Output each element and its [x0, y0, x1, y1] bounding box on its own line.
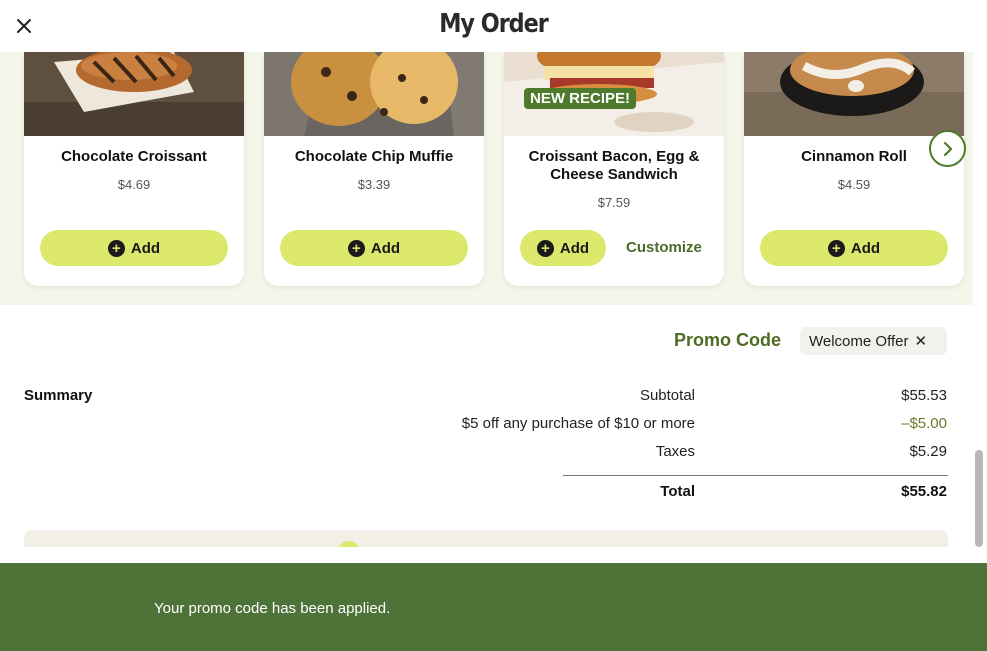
subtotal-label: Subtotal: [639, 387, 695, 404]
order-page: My Order Chocolate Croissant $4.69 + Add: [0, 0, 987, 651]
toast-message: Your promo code has been applied.: [154, 600, 391, 617]
product-name: Cinnamon Roll: [801, 148, 907, 165]
subtotal-value: $55.53: [901, 387, 947, 404]
add-label: Add: [370, 239, 401, 257]
discount-label: $5 off any purchase of $10 or more: [461, 415, 695, 432]
plus-circle-icon: +: [347, 239, 365, 257]
add-label: Add: [850, 239, 881, 257]
product-name: Chocolate Chip Muffie: [294, 148, 454, 165]
product-image: [24, 52, 244, 136]
discount-value: –$5.00: [901, 415, 947, 432]
product-name: Croissant Bacon, Egg & Cheese Sandwich: [528, 148, 700, 183]
toast-spacer: [0, 547, 987, 563]
close-icon[interactable]: ✕: [914, 332, 927, 350]
taxes-value: $5.29: [909, 443, 947, 460]
scrollbar-thumb[interactable]: [975, 450, 983, 547]
product-card-chocolate-chip-muffie: Chocolate Chip Muffie $3.39 + Add: [264, 52, 484, 286]
plus-circle-icon: +: [827, 239, 845, 257]
product-card-cinnamon-roll: Cinnamon Roll $4.59 + Add: [744, 52, 964, 286]
add-label: Add: [130, 239, 161, 257]
add-button[interactable]: + Add: [760, 230, 948, 266]
product-price: $3.39: [357, 177, 391, 192]
add-button[interactable]: + Add: [280, 230, 468, 266]
add-button[interactable]: + Add: [40, 230, 228, 266]
summary-title: Summary: [24, 387, 93, 404]
chevron-right-icon: [943, 141, 952, 156]
close-button[interactable]: [13, 15, 35, 37]
product-card-croissant-bacon-egg-cheese: NEW RECIPE! Croissant Bacon, Egg & Chees…: [504, 52, 724, 286]
summary-divider: [563, 475, 948, 476]
taxes-label: Taxes: [655, 443, 695, 460]
new-recipe-badge: NEW RECIPE!: [524, 88, 637, 109]
close-icon: [17, 19, 31, 33]
toast-notification: Your promo code has been applied.: [0, 563, 987, 651]
page-title: My Order: [439, 9, 549, 39]
plus-circle-icon: +: [536, 239, 554, 257]
promo-code-chip[interactable]: Welcome Offer ✕: [800, 327, 947, 355]
product-image: [744, 52, 964, 136]
product-price: $4.59: [837, 177, 871, 192]
plus-circle-icon: +: [107, 239, 125, 257]
product-image: [264, 52, 484, 136]
product-price: $4.69: [117, 177, 151, 192]
carousel-next-button[interactable]: [929, 130, 966, 167]
promo-code-label: Promo Code: [674, 330, 782, 350]
total-label: Total: [660, 483, 695, 500]
add-label: Add: [559, 239, 590, 257]
customize-button[interactable]: Customize: [626, 230, 702, 266]
header: My Order: [0, 0, 987, 52]
product-name: Chocolate Croissant: [61, 148, 207, 165]
product-card-chocolate-croissant: Chocolate Croissant $4.69 + Add: [24, 52, 244, 286]
total-value: $55.82: [901, 483, 947, 500]
add-button[interactable]: + Add: [520, 230, 606, 266]
promo-code-value: Welcome Offer: [809, 332, 909, 350]
product-price: $7.59: [597, 195, 631, 210]
